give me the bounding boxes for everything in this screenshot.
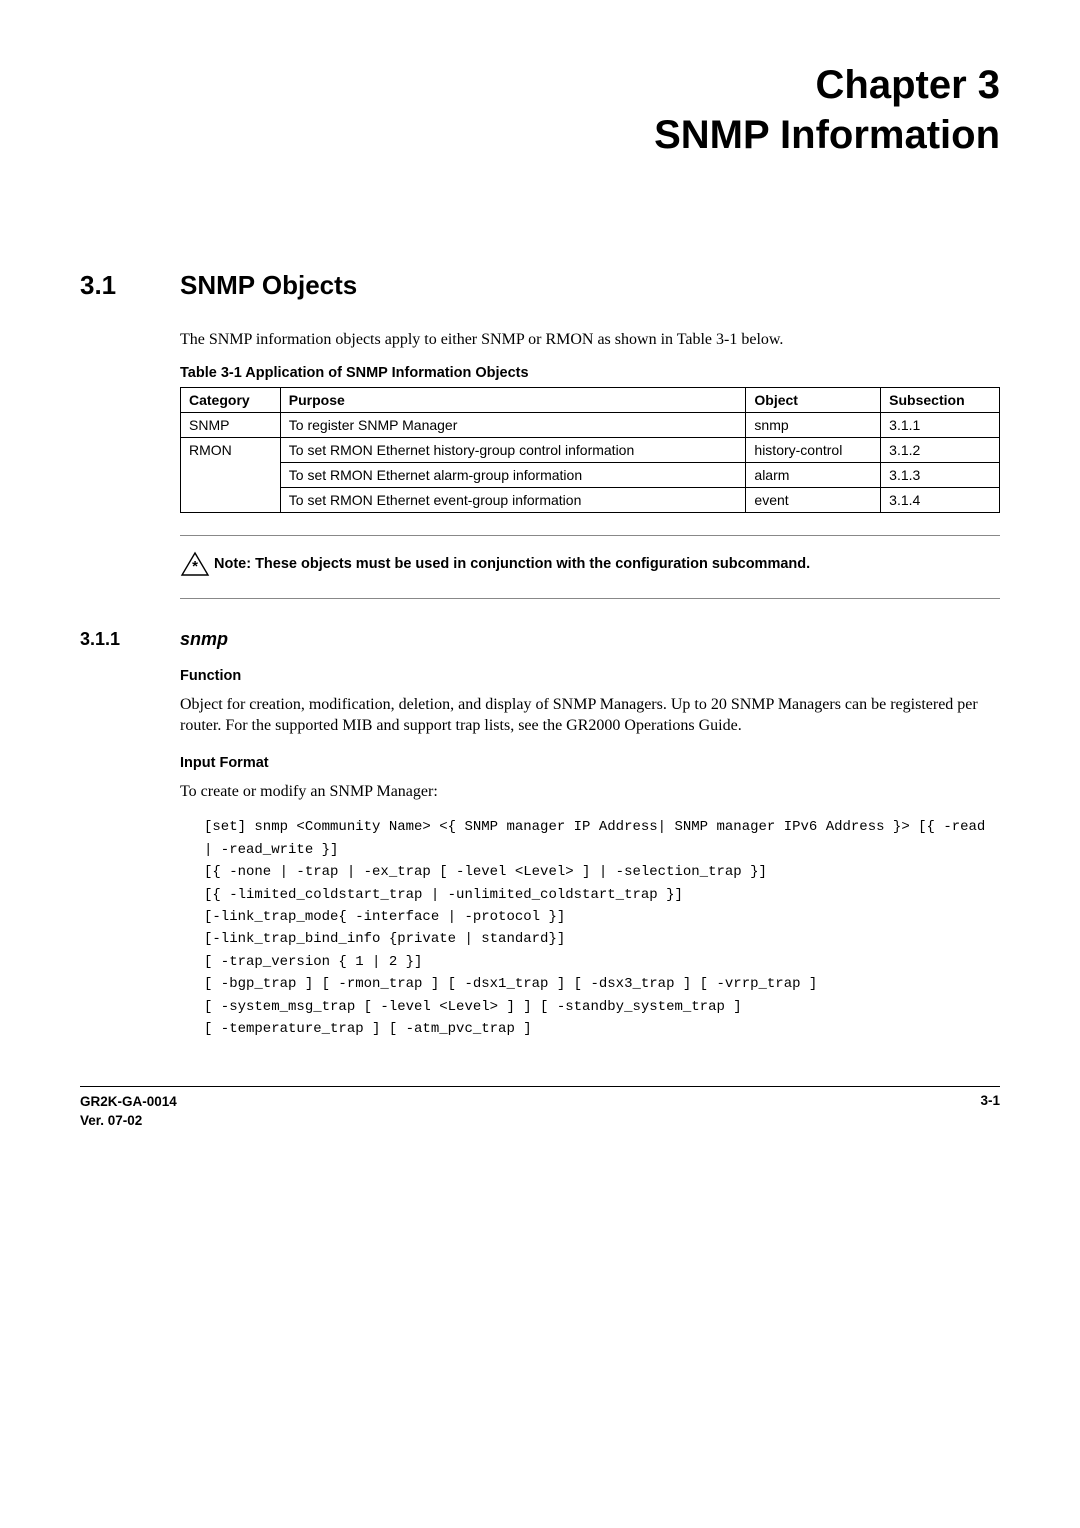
cell-subsection: 3.1.4	[881, 487, 1000, 512]
subsection-heading: 3.1.1 snmp	[80, 629, 1000, 650]
th-purpose: Purpose	[280, 387, 746, 412]
section-intro: The SNMP information objects apply to ei…	[180, 329, 1000, 351]
page-footer: GR2K-GA-0014 Ver. 07-02 3-1	[80, 1086, 1000, 1129]
th-category: Category	[181, 387, 281, 412]
note-star-icon: *	[180, 550, 214, 578]
cell-purpose: To set RMON Ethernet alarm-group informa…	[280, 462, 746, 487]
cell-object: history-control	[746, 437, 881, 462]
cell-purpose: To set RMON Ethernet event-group informa…	[280, 487, 746, 512]
footer-docnum: GR2K-GA-0014	[80, 1094, 177, 1109]
snmp-objects-table: Category Purpose Object Subsection SNMP …	[180, 387, 1000, 513]
cell-object: alarm	[746, 462, 881, 487]
svg-text:*: *	[192, 558, 198, 575]
cell-object: snmp	[746, 412, 881, 437]
table-row: To set RMON Ethernet alarm-group informa…	[181, 462, 1000, 487]
table-caption: Table 3-1 Application of SNMP Informatio…	[180, 365, 1000, 381]
cell-purpose: To set RMON Ethernet history-group contr…	[280, 437, 746, 462]
table-row: RMON To set RMON Ethernet history-group …	[181, 437, 1000, 462]
cell-purpose: To register SNMP Manager	[280, 412, 746, 437]
function-heading: Function	[180, 668, 1000, 684]
cell-subsection: 3.1.3	[881, 462, 1000, 487]
cell-category: RMON	[181, 437, 281, 512]
cell-object: event	[746, 487, 881, 512]
cell-subsection: 3.1.2	[881, 437, 1000, 462]
section-number: 3.1	[80, 270, 180, 301]
cell-subsection: 3.1.1	[881, 412, 1000, 437]
section-title: SNMP Objects	[180, 270, 357, 301]
cell-category: SNMP	[181, 412, 281, 437]
footer-page: 3-1	[980, 1093, 1000, 1129]
chapter-line1: Chapter 3	[816, 63, 1001, 107]
chapter-title: Chapter 3 SNMP Information	[80, 60, 1000, 160]
chapter-line2: SNMP Information	[654, 113, 1000, 157]
th-subsection: Subsection	[881, 387, 1000, 412]
subsection-title: snmp	[180, 629, 228, 650]
footer-version: Ver. 07-02	[80, 1113, 142, 1128]
table-row: SNMP To register SNMP Manager snmp 3.1.1	[181, 412, 1000, 437]
table-row: To set RMON Ethernet event-group informa…	[181, 487, 1000, 512]
function-body: Object for creation, modification, delet…	[180, 694, 1000, 737]
input-format-heading: Input Format	[180, 755, 1000, 771]
section-heading: 3.1 SNMP Objects	[80, 270, 1000, 301]
note-text: Note: These objects must be used in conj…	[214, 550, 810, 572]
input-format-intro: To create or modify an SNMP Manager:	[180, 781, 1000, 803]
input-format-code: [set] snmp <Community Name> <{ SNMP mana…	[204, 816, 1000, 1040]
subsection-number: 3.1.1	[80, 629, 180, 650]
th-object: Object	[746, 387, 881, 412]
note-block: * Note: These objects must be used in co…	[180, 535, 1000, 599]
